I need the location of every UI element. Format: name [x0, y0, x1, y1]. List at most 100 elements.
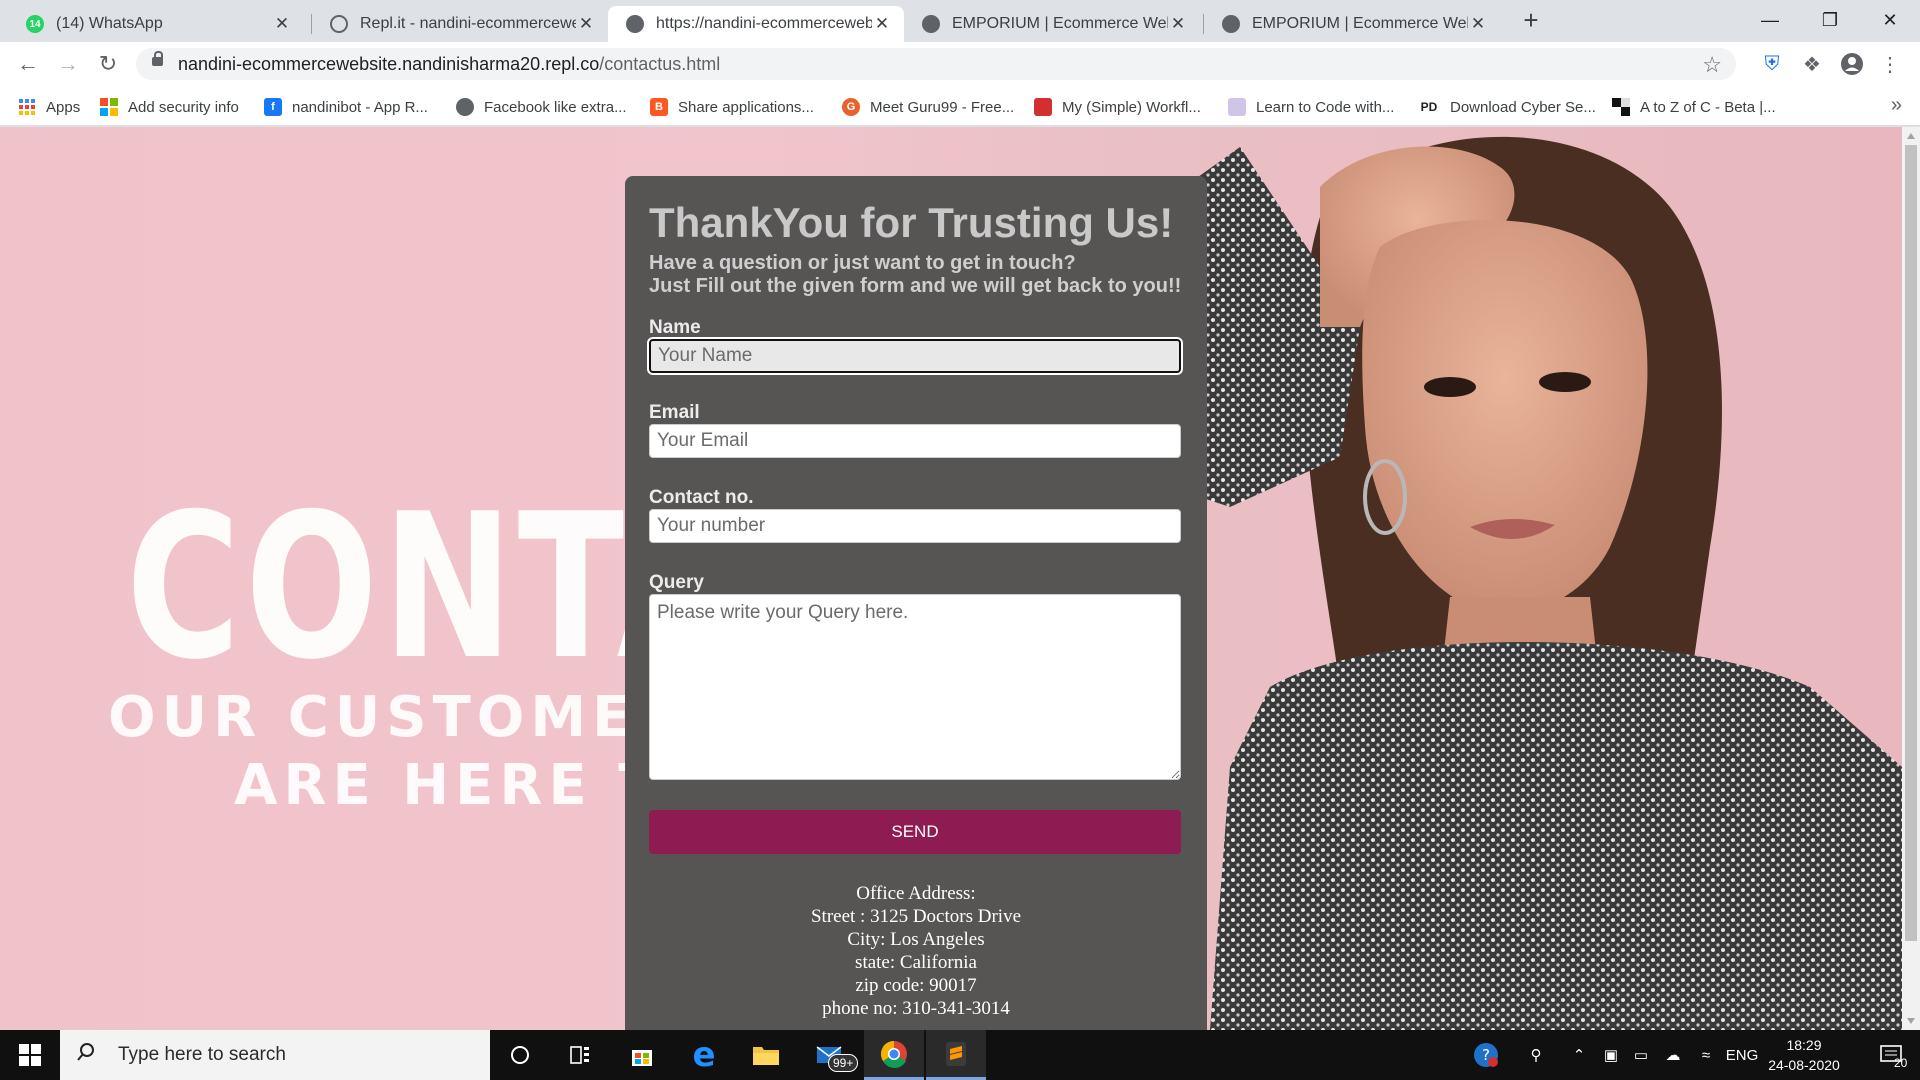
- subtitle-line-2: Just Fill out the given form and we will…: [649, 275, 1182, 297]
- scrollbar-thumb[interactable]: [1905, 145, 1917, 941]
- restore-icon[interactable]: ❐: [1800, 0, 1860, 40]
- lock-icon: [152, 51, 163, 66]
- tab-contactus-active[interactable]: https://nandini-ecommercewebsite ✕: [608, 6, 904, 42]
- page-viewport: CONTAC OUR CUSTOMER ARE HERE TO ThankYou…: [0, 127, 1902, 1030]
- bookmark-a-to-z-of-c[interactable]: A to Z of C - Beta |...: [1612, 96, 1776, 118]
- globe-icon: [456, 98, 474, 116]
- sublime-text-icon[interactable]: [926, 1030, 986, 1080]
- query-label: Query: [649, 572, 704, 593]
- subtitle-line-1: Have a question or just want to get in t…: [649, 252, 1076, 274]
- onedrive-cloud-icon[interactable]: ☁: [1656, 1030, 1690, 1080]
- new-tab-button[interactable]: +: [1516, 6, 1546, 36]
- bookmark-label: nandinibot - App R...: [292, 98, 428, 116]
- code-icon: [1228, 98, 1246, 116]
- menu-kebab-icon[interactable]: ⋮: [1876, 50, 1904, 78]
- page-subtitle: Have a question or just want to get in t…: [649, 252, 1183, 298]
- close-icon[interactable]: ✕: [1468, 14, 1488, 34]
- apps-grid-icon: [18, 98, 36, 116]
- address-zip: zip code: 90017: [855, 975, 977, 996]
- people-icon[interactable]: ⚲: [1518, 1030, 1554, 1080]
- notification-center-icon[interactable]: 20: [1866, 1030, 1916, 1080]
- profile-avatar-icon[interactable]: [1838, 50, 1866, 78]
- task-view-icon[interactable]: [550, 1030, 610, 1080]
- office-address: Office Address: Street : 3125 Doctors Dr…: [649, 882, 1183, 1020]
- display-icon[interactable]: ▣: [1596, 1030, 1626, 1080]
- globe-icon: [922, 15, 940, 33]
- bookmark-label: Apps: [46, 98, 81, 116]
- globe-icon: [1222, 15, 1240, 33]
- cortana-icon[interactable]: [490, 1030, 550, 1080]
- edge-browser-icon[interactable]: e: [674, 1030, 734, 1080]
- search-icon: [76, 1042, 104, 1068]
- tab-emporium-2[interactable]: EMPORIUM | Ecommerce Website ✕: [1204, 6, 1500, 42]
- minimize-icon[interactable]: —: [1740, 0, 1800, 40]
- tab-replit[interactable]: Repl.it - nandini-ecommercewebsite ✕: [312, 6, 608, 42]
- guru99-icon: G: [842, 98, 860, 116]
- windows-start-button[interactable]: [0, 1030, 60, 1080]
- file-explorer-icon[interactable]: [736, 1030, 796, 1080]
- shield-extension-icon[interactable]: ⛨: [1758, 50, 1786, 78]
- bookmark-nandinibot[interactable]: f nandinibot - App R...: [264, 96, 428, 118]
- window-close-icon[interactable]: ✕: [1860, 0, 1920, 40]
- bookmark-learn-to-code[interactable]: Learn to Code with...: [1228, 96, 1394, 118]
- bookmark-apps[interactable]: Apps: [18, 96, 80, 118]
- email-input[interactable]: [649, 424, 1181, 458]
- battery-icon[interactable]: ▭: [1626, 1030, 1656, 1080]
- notification-count: 20: [1894, 1056, 1908, 1070]
- more-bookmarks-chevron-icon[interactable]: »: [1891, 94, 1902, 117]
- bookmark-label: Share applications...: [678, 98, 814, 116]
- reload-icon[interactable]: ↻: [94, 50, 122, 78]
- page-scrollbar[interactable]: [1902, 127, 1920, 1030]
- store-icon[interactable]: [612, 1030, 672, 1080]
- name-input[interactable]: [647, 337, 1183, 375]
- bookmark-label: Add security info: [128, 98, 239, 116]
- system-clock[interactable]: 18:29 24-08-2020: [1762, 1035, 1846, 1075]
- bookmarks-bar: Apps Add security info f nandinibot - Ap…: [0, 86, 1920, 126]
- wifi-icon[interactable]: ≈: [1690, 1030, 1722, 1080]
- close-icon[interactable]: ✕: [872, 14, 892, 34]
- puzzle-extensions-icon[interactable]: ❖: [1798, 50, 1826, 78]
- bookmark-security-info[interactable]: Add security info: [100, 96, 239, 118]
- chrome-icon[interactable]: [864, 1030, 924, 1080]
- name-label: Name: [649, 317, 701, 338]
- help-icon[interactable]: ?: [1466, 1030, 1506, 1080]
- contact-number-input[interactable]: [649, 509, 1181, 543]
- back-icon[interactable]: ←: [14, 50, 42, 78]
- query-textarea[interactable]: [649, 594, 1181, 780]
- globe-icon: [626, 15, 644, 33]
- bookmark-label: Learn to Code with...: [1256, 98, 1395, 116]
- address-street: Street : 3125 Doctors Drive: [810, 906, 1021, 927]
- url-text: nandini-ecommercewebsite.nandinisharma20…: [178, 54, 721, 74]
- close-icon[interactable]: ✕: [272, 14, 292, 34]
- scroll-down-arrow-icon[interactable]: [1907, 1018, 1915, 1024]
- bookmark-guru99[interactable]: G Meet Guru99 - Free...: [842, 96, 1014, 118]
- bookmark-star-icon[interactable]: ☆: [1702, 52, 1722, 78]
- bookmark-share-applications[interactable]: B Share applications...: [650, 96, 814, 118]
- show-hidden-icons-chevron-icon[interactable]: ⌃: [1564, 1030, 1594, 1080]
- close-icon[interactable]: ✕: [1168, 14, 1188, 34]
- tab-title: (14) WhatsApp: [56, 15, 163, 32]
- tab-whatsapp[interactable]: 14 (14) WhatsApp ✕: [8, 6, 304, 42]
- language-indicator[interactable]: ENG: [1722, 1030, 1762, 1080]
- send-button[interactable]: SEND: [649, 810, 1181, 854]
- tab-title: EMPORIUM | Ecommerce Website: [1252, 15, 1468, 32]
- scroll-up-arrow-icon[interactable]: [1907, 133, 1915, 139]
- address-heading: Office Address:: [856, 883, 976, 904]
- bookmark-facebook-like[interactable]: Facebook like extra...: [456, 96, 627, 118]
- taskbar-search-box[interactable]: Type here to search: [60, 1030, 490, 1080]
- close-icon[interactable]: ✕: [576, 14, 596, 34]
- bookmark-workflow[interactable]: My (Simple) Workfl...: [1034, 96, 1201, 118]
- mail-badge: 99+: [828, 1054, 859, 1072]
- contact-form-card: ThankYou for Trusting Us! Have a questio…: [625, 176, 1207, 1030]
- bookmark-label: Download Cyber Se...: [1450, 98, 1596, 116]
- search-placeholder: Type here to search: [118, 1044, 286, 1065]
- clock-time: 18:29: [1786, 1037, 1822, 1053]
- browser-toolbar: ← → ↻ nandini-ecommercewebsite.nandinish…: [0, 42, 1920, 86]
- address-bar[interactable]: nandini-ecommercewebsite.nandinisharma20…: [136, 48, 1736, 80]
- forward-icon[interactable]: →: [54, 50, 82, 78]
- tab-emporium-1[interactable]: EMPORIUM | Ecommerce Website ✕: [904, 6, 1200, 42]
- bookmark-cyber-security[interactable]: PD Download Cyber Se...: [1418, 96, 1596, 118]
- mail-icon[interactable]: 99+: [800, 1030, 860, 1080]
- blogger-icon: B: [650, 98, 668, 116]
- bookmark-label: My (Simple) Workfl...: [1062, 98, 1201, 116]
